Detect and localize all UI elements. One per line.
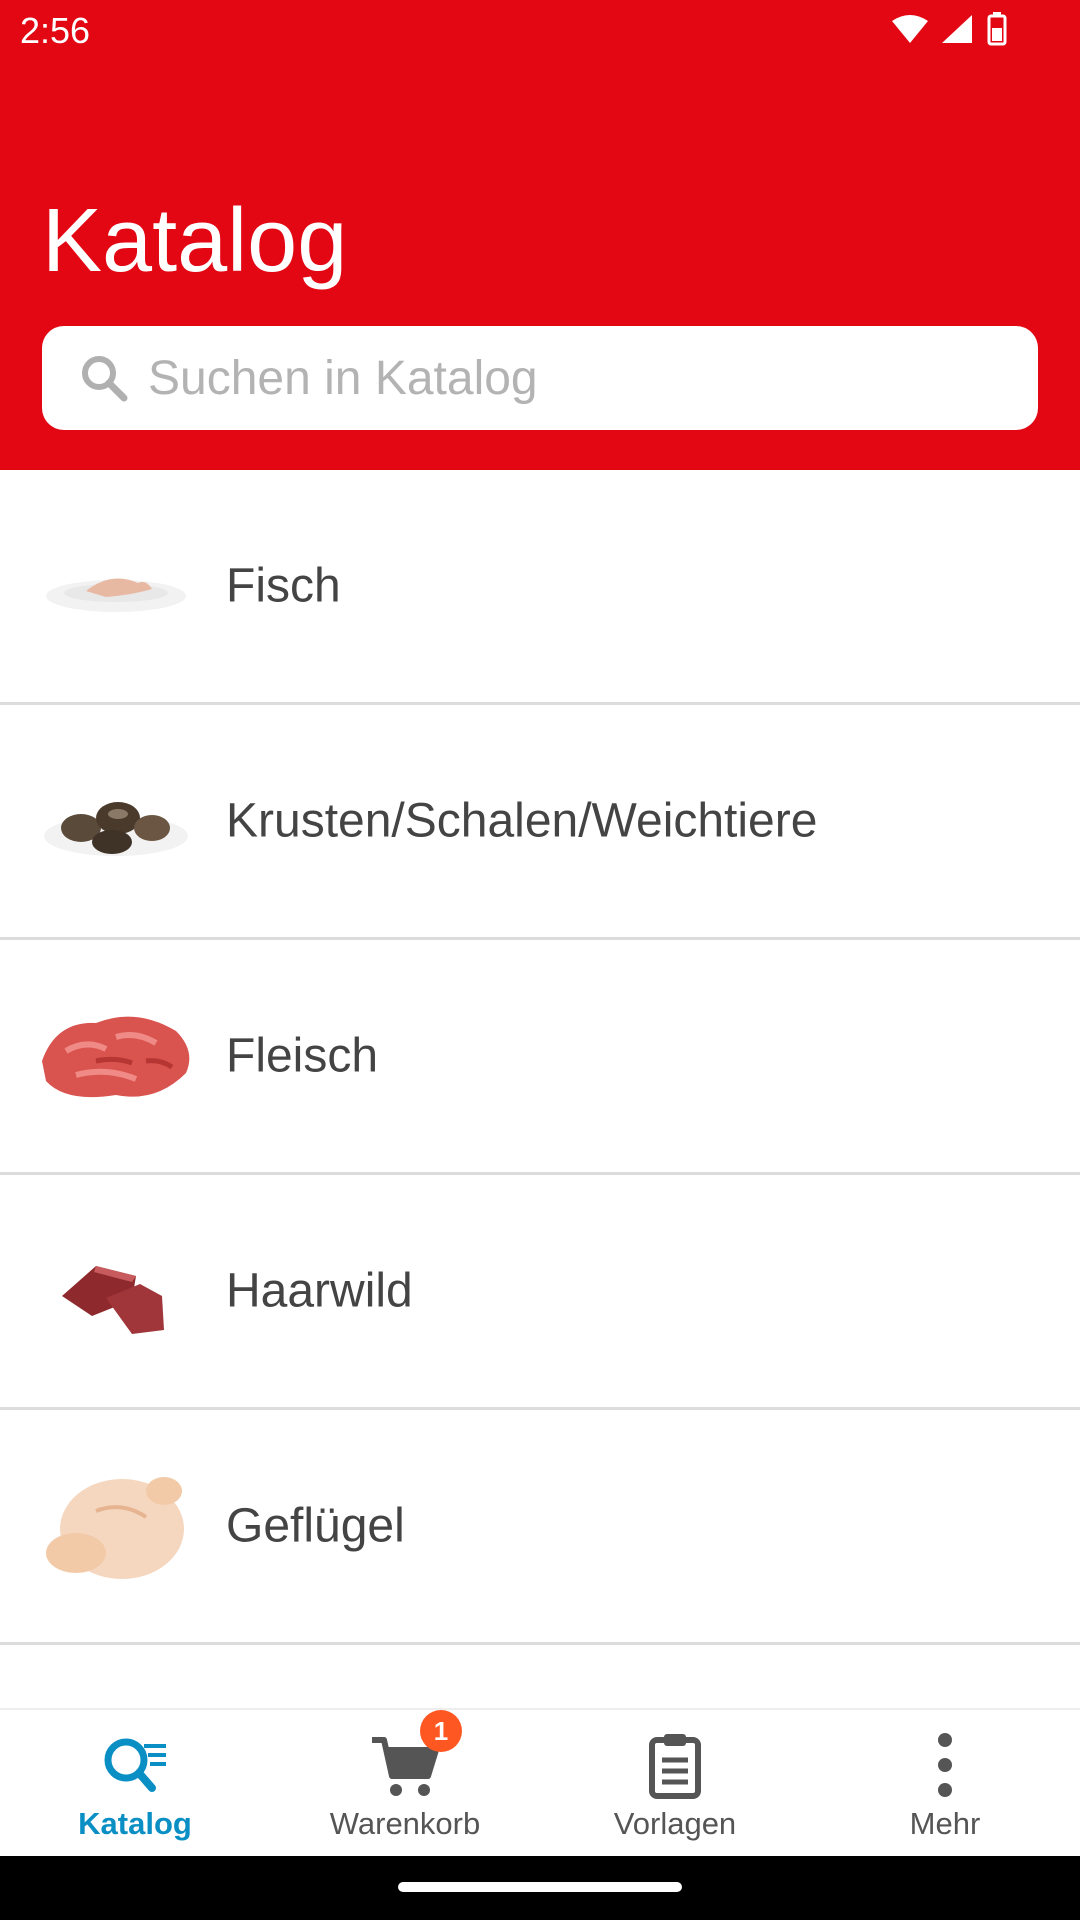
category-label: Geflügel [226,1499,405,1553]
home-indicator[interactable] [398,1882,682,1892]
wifi-icon [892,15,928,43]
cart-badge: 1 [420,1710,462,1752]
nav-tab-vorlagen[interactable]: Vorlagen [540,1710,810,1858]
status-icons [890,12,1010,46]
nav-label: Warenkorb [329,1806,481,1841]
search-box[interactable] [42,326,1038,430]
category-label: Fisch [226,559,341,613]
shellfish-thumbnail [44,802,188,856]
nav-tab-mehr[interactable]: Mehr [810,1710,1080,1858]
category-item-krusten[interactable]: Krusten/Schalen/Weichtiere [0,705,1080,940]
catalog-search-icon [104,1738,166,1792]
meat-thumbnail [42,1016,190,1098]
category-item-fisch[interactable]: Fisch [0,470,1080,705]
battery-icon [987,12,1007,46]
nav-label: Vorlagen [613,1806,737,1841]
status-time: 2:56 [20,10,91,51]
signal-icon [942,15,972,43]
category-label: Haarwild [226,1264,413,1318]
category-item-haarwild[interactable]: Haarwild [0,1175,1080,1410]
nav-label: Katalog [78,1806,192,1841]
search-input[interactable] [148,344,1008,412]
header: 2:56 Katalog [0,0,1080,470]
clipboard-icon [649,1734,701,1799]
category-label: Krusten/Schalen/Weichtiere [226,794,818,848]
system-nav-bar [0,1856,1080,1920]
nav-tab-katalog[interactable]: Katalog [0,1710,270,1858]
bottom-nav: Katalog Warenkorb Vorlagen Mehr [0,1708,1080,1856]
game-meat-thumbnail [62,1266,164,1334]
category-item-gefluegel[interactable]: Geflügel [0,1410,1080,1645]
app-root: 2:56 Katalog Suchen in Katalog Fisch Kru… [0,0,1080,1920]
fish-thumbnail [46,578,186,612]
search-icon [82,356,128,402]
status-bar: 2:56 [0,0,1080,64]
more-vertical-icon [938,1733,952,1797]
category-label: Fleisch [226,1029,379,1083]
category-list: Fisch Krusten/Schalen/Weichtiere Fleisch [0,470,1080,1645]
page-title: Katalog [42,191,348,291]
nav-label: Mehr [909,1806,981,1841]
poultry-thumbnail [46,1477,184,1579]
category-item-fleisch[interactable]: Fleisch [0,940,1080,1175]
nav-tab-warenkorb[interactable]: Warenkorb [270,1710,540,1858]
